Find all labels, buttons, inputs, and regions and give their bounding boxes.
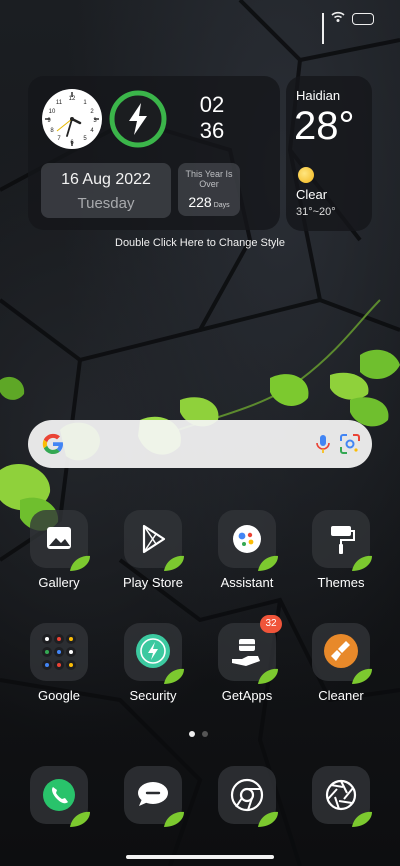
sun-icon xyxy=(298,167,314,183)
svg-text:10: 10 xyxy=(49,109,56,115)
app-assistant[interactable]: Assistant xyxy=(207,510,287,590)
date-card: 16 Aug 2022 Tuesday xyxy=(41,163,171,218)
app-label: Assistant xyxy=(220,575,274,590)
dock-camera[interactable] xyxy=(301,766,381,827)
app-label: Themes xyxy=(317,575,365,590)
year-unit: Days xyxy=(213,202,230,209)
app-label: Play Store xyxy=(123,575,183,590)
app-google-folder[interactable]: Google xyxy=(19,623,99,703)
google-lens-icon[interactable] xyxy=(339,433,361,455)
widget-style-hint[interactable]: Double Click Here to Change Style xyxy=(0,237,400,249)
dock-phone[interactable] xyxy=(19,766,99,827)
weather-condition: Clear xyxy=(296,187,328,202)
analog-clock-icon: 1212 345 678 91011 xyxy=(42,89,102,149)
notification-badge: 32 xyxy=(260,615,282,633)
page-dot-active xyxy=(189,731,195,737)
year-label: This Year Is Over xyxy=(185,169,233,189)
app-label: Gallery xyxy=(38,575,80,590)
weekday-text: Tuesday xyxy=(77,195,135,212)
app-security[interactable]: Security xyxy=(113,623,193,703)
google-folder-icon xyxy=(42,634,76,670)
app-label: Cleaner xyxy=(318,688,364,703)
home-gesture-bar[interactable] xyxy=(126,855,274,859)
svg-text:11: 11 xyxy=(56,100,63,106)
app-label: Google xyxy=(38,688,80,703)
weather-temperature: 28° xyxy=(294,104,355,148)
voice-search-icon[interactable] xyxy=(313,433,333,455)
page-indicator xyxy=(189,731,208,737)
google-logo-icon xyxy=(42,433,63,454)
svg-text:12: 12 xyxy=(69,96,76,102)
status-bar xyxy=(321,10,374,44)
wifi-icon xyxy=(331,10,345,28)
app-label: GetApps xyxy=(221,688,273,703)
date-text: 16 Aug 2022 xyxy=(61,171,151,188)
clock-widget[interactable]: 12 1 2 345 678 9 10 11 02 36 16 Aug 2022 Tue… xyxy=(28,76,280,230)
dock-chrome[interactable] xyxy=(207,766,287,827)
dock-messaging[interactable] xyxy=(113,766,193,827)
app-play-store[interactable]: Play Store xyxy=(113,510,193,590)
hour-text: 02 xyxy=(199,92,225,117)
signal-icon xyxy=(321,13,324,44)
page-dot xyxy=(202,731,208,737)
google-search-bar[interactable] xyxy=(28,420,372,468)
app-getapps[interactable]: 32 GetApps xyxy=(207,615,287,703)
app-cleaner[interactable]: Cleaner xyxy=(301,623,381,703)
minute-text: 36 xyxy=(199,118,225,143)
app-themes[interactable]: Themes xyxy=(301,510,381,590)
weather-widget[interactable]: Haidian 28° Clear 31°~20° xyxy=(286,76,372,231)
weather-city: Haidian xyxy=(296,88,341,103)
year-days: 228 xyxy=(188,194,212,210)
year-progress-card: This Year Is Over 228 Days xyxy=(178,163,240,216)
app-label: Security xyxy=(129,688,177,703)
weather-range: 31°~20° xyxy=(296,206,336,218)
digital-time: 02 36 xyxy=(194,92,230,144)
app-gallery[interactable]: Gallery xyxy=(19,510,99,590)
battery-icon xyxy=(352,13,374,25)
flashlight-icon[interactable] xyxy=(109,90,167,148)
